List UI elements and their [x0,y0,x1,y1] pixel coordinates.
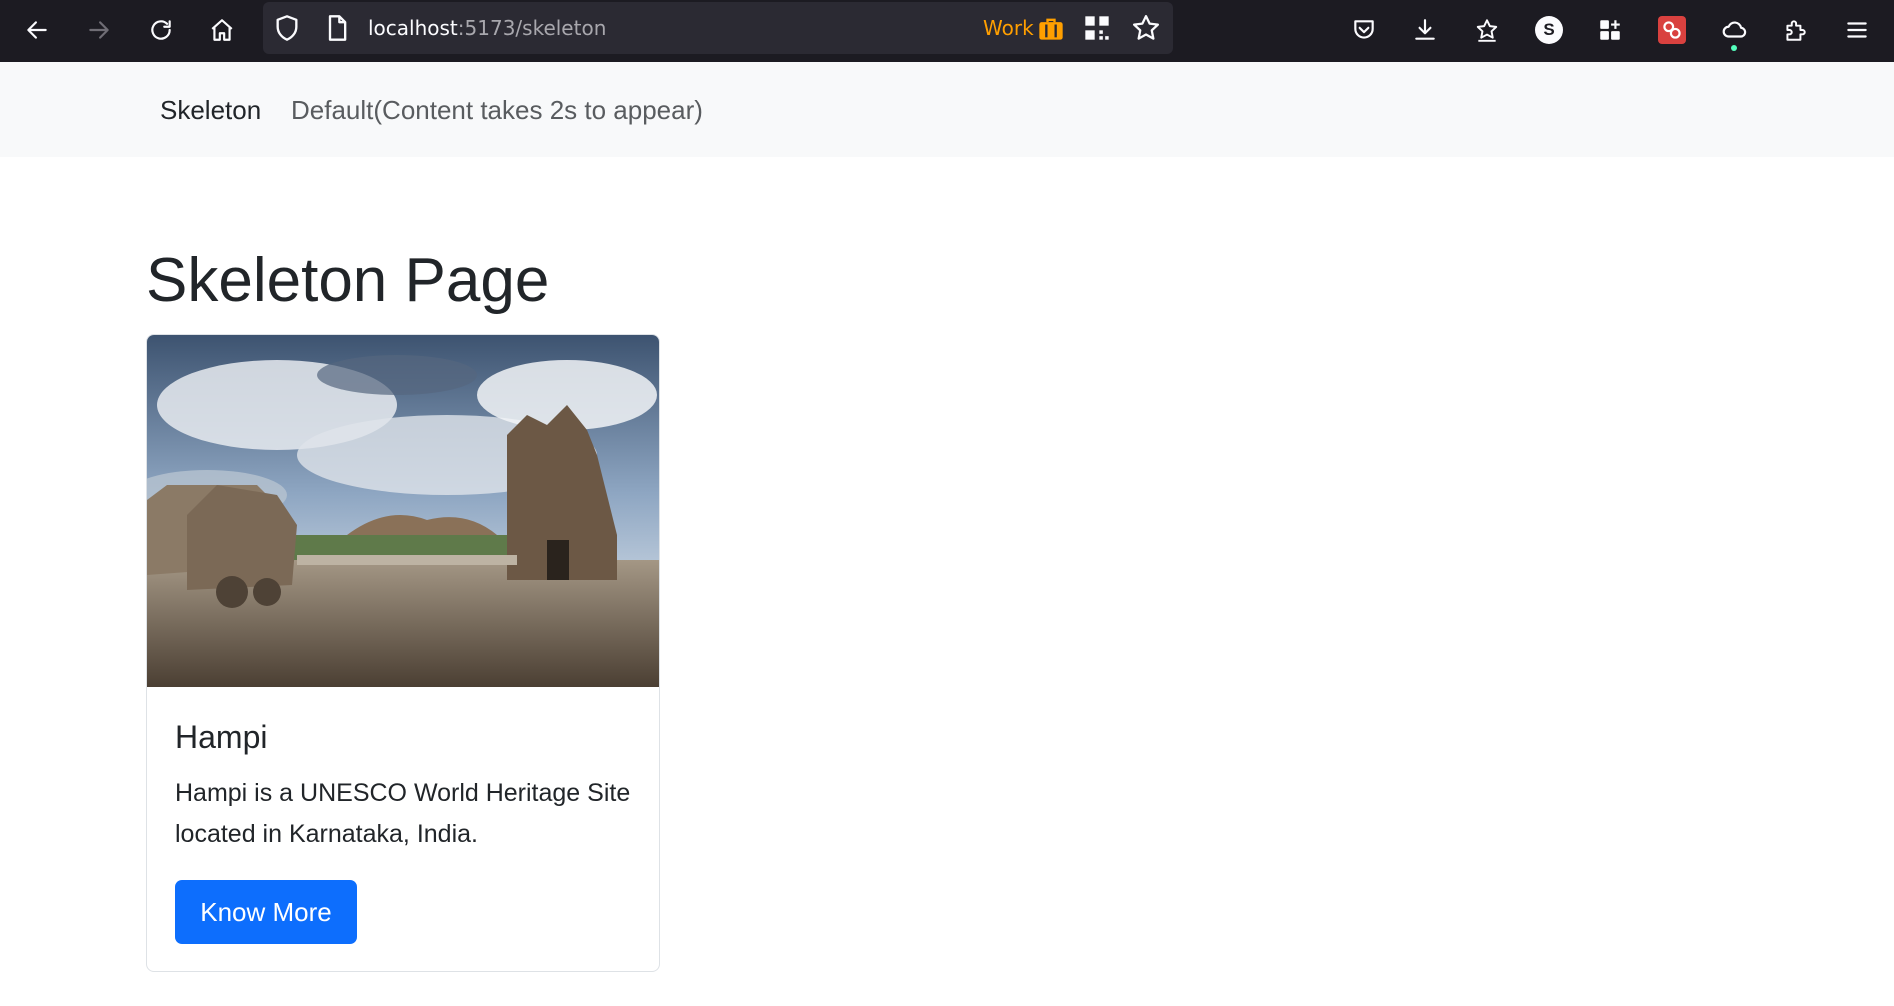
place-card: Hampi Hampi is a UNESCO World Heritage S… [146,334,660,972]
nav-link-default[interactable]: Default(Content takes 2s to appear) [291,95,703,125]
card-image [147,335,659,687]
shield-icon[interactable] [273,14,301,42]
red-extension-badge [1658,16,1686,44]
account-icon[interactable]: S [1529,10,1569,50]
know-more-button[interactable]: Know More [175,880,357,944]
forward-icon[interactable] [79,10,119,50]
container-label[interactable]: Work [983,16,1034,40]
download-icon[interactable] [1405,10,1445,50]
navbar-brand[interactable]: Skeleton [160,95,261,125]
menu-icon[interactable] [1837,10,1877,50]
reload-icon[interactable] [141,10,181,50]
sync-status-dot [1731,45,1737,51]
bookmarks-icon[interactable] [1467,10,1507,50]
home-icon[interactable] [202,10,242,50]
extension-grid-icon[interactable] [1590,10,1630,50]
red-extension-icon[interactable] [1652,10,1692,50]
briefcase-icon[interactable] [1037,15,1065,41]
qr-code-icon[interactable] [1083,14,1111,42]
back-icon[interactable] [17,10,57,50]
address-bar[interactable]: localhost:5173/skeleton Work [263,2,1173,54]
browser-toolbar: localhost:5173/skeleton Work S [0,0,1894,62]
extensions-puzzle-icon[interactable] [1775,10,1815,50]
page-title: Skeleton Page [146,246,550,315]
card-title: Hampi [175,719,268,755]
url-host: localhost [368,16,458,40]
sync-cloud-icon[interactable] [1714,10,1754,51]
bookmark-star-icon[interactable] [1131,13,1161,43]
url-text[interactable]: localhost:5173/skeleton [368,16,606,40]
url-path: :5173/skeleton [457,16,607,40]
card-text: Hampi is a UNESCO World Heritage Site lo… [175,779,631,848]
profile-avatar: S [1535,16,1563,44]
page-navbar: Skeleton Default(Content takes 2s to app… [0,62,1894,157]
pocket-icon[interactable] [1344,10,1384,50]
page-icon[interactable] [323,14,351,42]
